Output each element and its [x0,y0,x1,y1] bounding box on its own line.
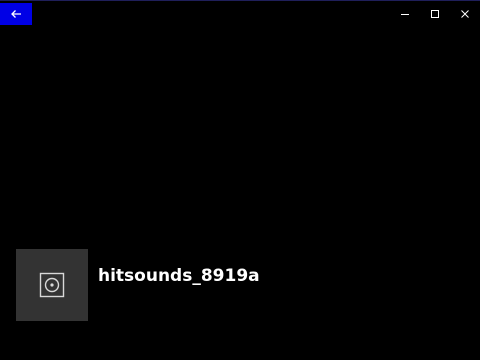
app-window: hitsounds_8919a [0,0,480,360]
close-button[interactable] [450,3,480,25]
window-top-border [0,0,480,1]
minimize-button[interactable] [390,3,420,25]
close-icon [461,10,469,18]
media-title: hitsounds_8919a [98,266,260,286]
maximize-icon [431,10,439,18]
arrow-left-icon [11,10,21,18]
window-controls [390,3,480,25]
back-button[interactable] [0,3,32,25]
minimize-icon [401,14,409,15]
speaker-icon [39,272,65,298]
media-thumbnail [16,249,88,321]
maximize-button[interactable] [420,3,450,25]
